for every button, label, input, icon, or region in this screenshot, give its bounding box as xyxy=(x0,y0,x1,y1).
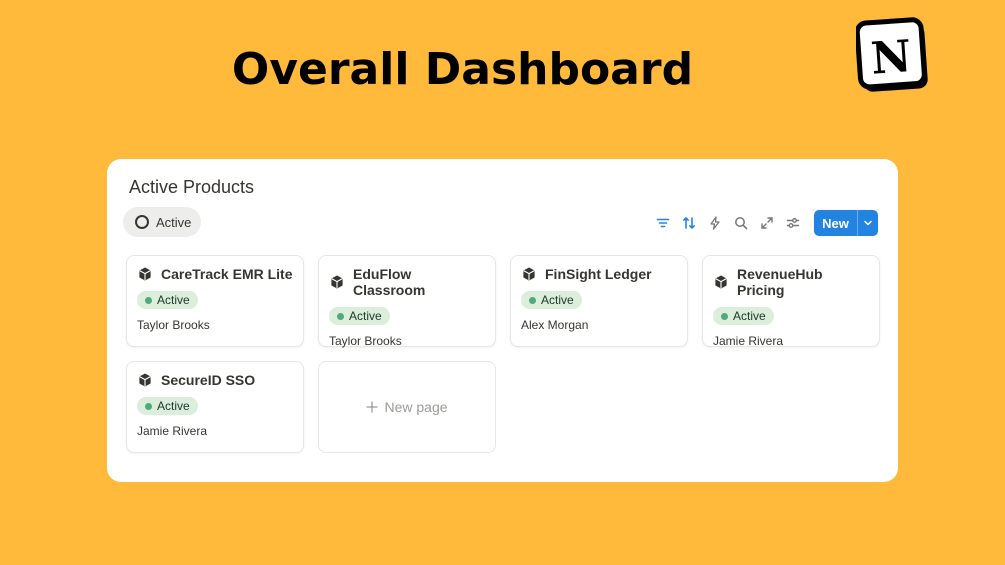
new-button-label: New xyxy=(822,215,849,231)
new-button[interactable]: New xyxy=(814,210,878,236)
new-page-card[interactable]: New page xyxy=(318,361,496,453)
status-badge: Active xyxy=(329,307,390,325)
card-title: CareTrack EMR Lite xyxy=(161,266,293,282)
gallery-card[interactable]: RevenueHub Pricing Active Jamie Rivera xyxy=(702,255,880,348)
status-dot-icon xyxy=(529,296,536,304)
logo-letter: N xyxy=(869,31,913,85)
expand-icon[interactable] xyxy=(754,210,780,236)
status-dot-icon xyxy=(721,312,728,320)
card-title: EduFlow Classroom xyxy=(353,266,426,298)
package-icon xyxy=(523,267,535,281)
package-icon xyxy=(331,275,343,289)
view-tab-label: Active xyxy=(156,214,192,230)
status-badge: Active xyxy=(137,397,198,415)
card-owner: Taylor Brooks xyxy=(329,334,402,348)
status-badge: Active xyxy=(713,307,774,325)
database-toolbar: New xyxy=(650,210,878,236)
view-tab-active[interactable]: Active xyxy=(123,207,201,237)
card-title: FinSight Ledger xyxy=(545,266,652,282)
status-label: Active xyxy=(541,293,574,307)
search-icon[interactable] xyxy=(728,210,754,236)
plus-icon xyxy=(366,401,379,413)
card-title: RevenueHub Pricing xyxy=(737,266,823,298)
gallery-card[interactable]: SecureID SSO Active Jamie Rivera xyxy=(126,361,304,453)
package-icon xyxy=(715,275,727,289)
notion-logo: N xyxy=(854,16,936,96)
gallery-card[interactable]: EduFlow Classroom Active Taylor Brooks xyxy=(318,255,496,348)
card-title: SecureID SSO xyxy=(161,372,256,388)
status-dot-icon xyxy=(337,312,344,320)
status-label: Active xyxy=(157,293,190,307)
status-dot-icon xyxy=(145,296,152,304)
gallery-grid: CareTrack EMR Lite Active Taylor Brooks … xyxy=(126,255,880,453)
card-owner: Jamie Rivera xyxy=(137,424,208,438)
status-label: Active xyxy=(733,309,766,323)
status-dot-icon xyxy=(145,402,152,410)
package-icon xyxy=(139,267,151,281)
card-owner: Alex Morgan xyxy=(521,318,589,332)
chevron-down-icon[interactable] xyxy=(857,210,878,236)
database-title: Active Products xyxy=(129,177,255,197)
status-label: Active xyxy=(349,309,382,323)
page-headline: Overall Dashboard xyxy=(231,44,694,95)
sort-icon[interactable] xyxy=(676,210,702,236)
status-ring-icon xyxy=(135,215,149,229)
gallery-card[interactable]: CareTrack EMR Lite Active Taylor Brooks xyxy=(126,255,304,347)
package-icon xyxy=(139,373,151,387)
status-badge: Active xyxy=(521,291,582,309)
card-owner: Taylor Brooks xyxy=(137,318,210,332)
new-page-label: New page xyxy=(384,399,448,415)
database-panel: Active Products Active New CareTrack EMR… xyxy=(107,159,898,482)
settings-icon[interactable] xyxy=(780,210,806,236)
filter-icon[interactable] xyxy=(650,210,676,236)
card-owner: Jamie Rivera xyxy=(713,334,784,348)
automation-icon[interactable] xyxy=(702,210,728,236)
gallery-card[interactable]: FinSight Ledger Active Alex Morgan xyxy=(510,255,688,347)
status-label: Active xyxy=(157,399,190,413)
status-badge: Active xyxy=(137,291,198,309)
